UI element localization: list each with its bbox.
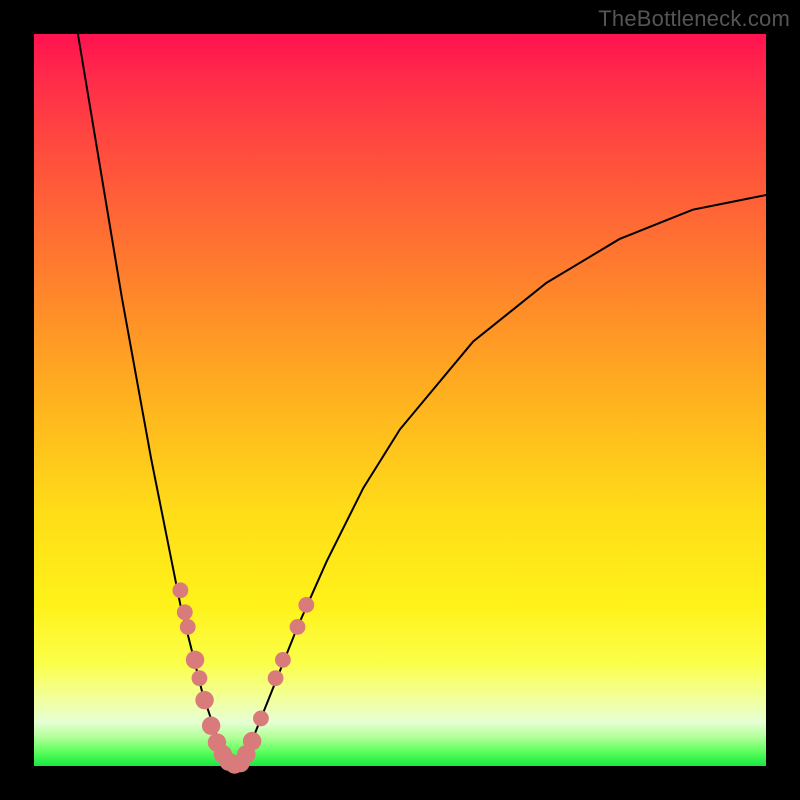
marker-dot (177, 604, 193, 620)
chart-frame: TheBottleneck.com (0, 0, 800, 800)
curve-path (239, 195, 766, 766)
marker-dot (186, 651, 204, 669)
marker-dot (275, 652, 291, 668)
marker-dot (202, 717, 220, 735)
marker-dot (243, 732, 261, 750)
watermark-text: TheBottleneck.com (598, 6, 790, 32)
marker-group (172, 582, 314, 773)
marker-dot (192, 670, 208, 686)
marker-dot (290, 619, 306, 635)
curve-right-branch (239, 195, 766, 766)
marker-dot (268, 670, 284, 686)
marker-dot (298, 597, 314, 613)
marker-dot (172, 582, 188, 598)
curve-path (78, 34, 232, 766)
chart-svg (34, 34, 766, 766)
marker-dot (180, 619, 196, 635)
plot-area (34, 34, 766, 766)
curve-left-branch (78, 34, 232, 766)
marker-dot (195, 691, 213, 709)
marker-dot (253, 711, 269, 727)
